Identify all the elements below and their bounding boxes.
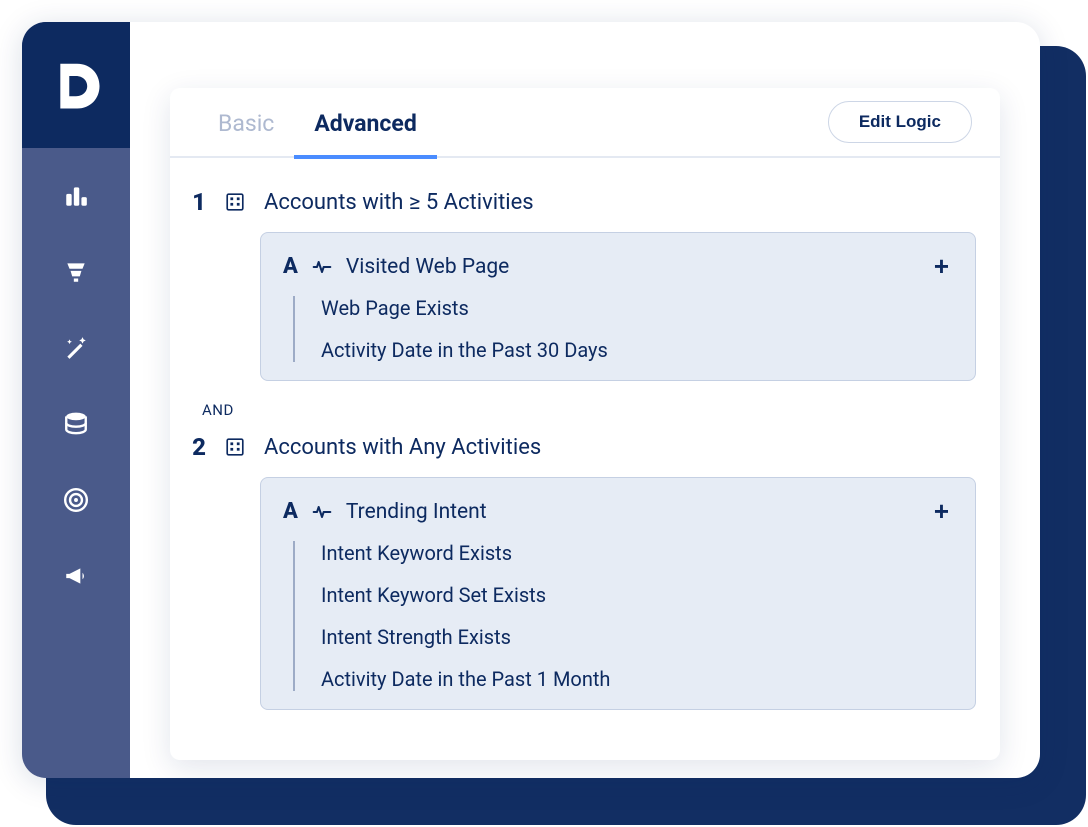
nav-bar-chart[interactable] [56,176,96,216]
condition-item[interactable]: Intent Keyword Exists [321,541,953,565]
nav-funnel[interactable] [56,252,96,292]
megaphone-icon [63,563,89,589]
building-icon [224,436,246,458]
main-area: Basic Advanced Edit Logic 1 [130,22,1040,778]
funnel-icon [63,259,89,285]
rule-number: 1 [188,188,206,216]
database-icon [63,411,89,437]
edit-logic-button[interactable]: Edit Logic [828,101,972,143]
condition-item[interactable]: Intent Strength Exists [321,625,953,649]
rule-title: Accounts with ≥ 5 Activities [264,190,534,215]
activity-pulse-icon [312,502,332,522]
rule-title: Accounts with Any Activities [264,435,541,460]
activity-pulse-icon [312,257,332,277]
sub-rule-block[interactable]: A Trending Intent + Intent Keyword Exist… [260,477,976,710]
sub-rule-header: A Visited Web Page + [283,251,953,282]
sidebar [22,22,130,778]
rules-container: 1 Accounts with ≥ 5 Activities A [170,158,1000,710]
nav-database[interactable] [56,404,96,444]
logic-panel: Basic Advanced Edit Logic 1 [170,88,1000,760]
nav-magic[interactable] [56,328,96,368]
sub-rule-title: Visited Web Page [346,255,509,279]
tab-bar: Basic Advanced Edit Logic [170,88,1000,158]
nav-icon-list [56,148,96,778]
tab-advanced[interactable]: Advanced [294,88,436,157]
rule-block: 1 Accounts with ≥ 5 Activities A [188,188,976,381]
rule-header[interactable]: 2 Accounts with Any Activities [188,433,976,461]
rule-number: 2 [188,433,206,461]
condition-item[interactable]: Web Page Exists [321,296,953,320]
conditions-list: Web Page Exists Activity Date in the Pas… [293,296,953,362]
sub-rule-header: A Trending Intent + [283,496,953,527]
sub-rule-letter: A [283,499,298,524]
sub-rule-letter: A [283,254,298,279]
condition-item[interactable]: Activity Date in the Past 1 Month [321,667,953,691]
condition-item[interactable]: Intent Keyword Set Exists [321,583,953,607]
logic-operator: AND [202,401,976,419]
nav-megaphone[interactable] [56,556,96,596]
rule-block: 2 Accounts with Any Activities A [188,433,976,710]
conditions-list: Intent Keyword Exists Intent Keyword Set… [293,541,953,691]
add-condition-button[interactable]: + [930,251,953,282]
target-icon [63,487,89,513]
magic-wand-icon [63,335,89,361]
condition-item[interactable]: Activity Date in the Past 30 Days [321,338,953,362]
bar-chart-icon [63,183,89,209]
nav-target[interactable] [56,480,96,520]
sub-rule-title: Trending Intent [346,500,487,524]
building-icon [224,191,246,213]
d-logo-icon [48,57,104,113]
add-condition-button[interactable]: + [930,496,953,527]
sub-rule-block[interactable]: A Visited Web Page + Web Page Exists Act… [260,232,976,381]
tab-basic[interactable]: Basic [198,88,294,157]
logo [22,22,130,148]
app-card: Basic Advanced Edit Logic 1 [22,22,1040,778]
rule-header[interactable]: 1 Accounts with ≥ 5 Activities [188,188,976,216]
